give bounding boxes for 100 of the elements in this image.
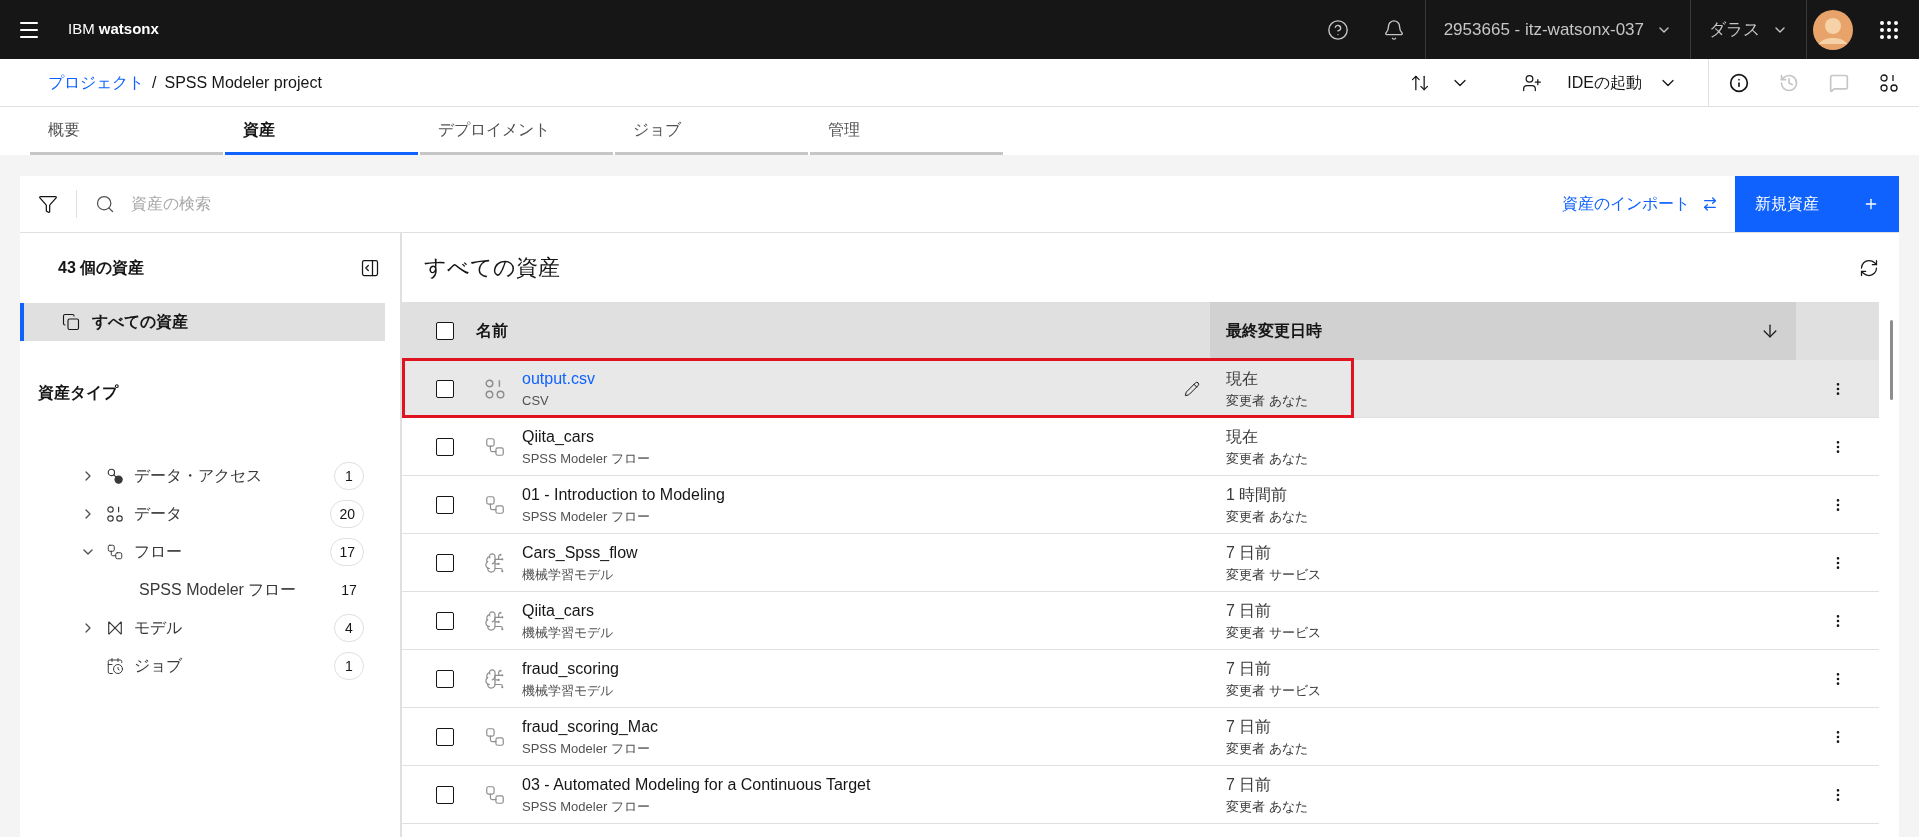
asset-name[interactable]: fraud_scoring_Mac [522, 714, 1200, 739]
import-assets-link[interactable]: 資産のインポート [1562, 192, 1718, 216]
assets-icon[interactable] [1879, 72, 1899, 93]
asset-type-item[interactable]: モデル 4 [20, 609, 400, 647]
flow-icon [484, 493, 506, 516]
collapse-panel-icon[interactable] [360, 258, 380, 278]
search-field[interactable]: 資産の検索 [131, 192, 531, 216]
flow-icon [106, 543, 124, 561]
add-collaborator-icon[interactable] [1522, 72, 1543, 93]
modified-time: 1 時間前 [1226, 484, 1289, 505]
asset-type: CSV [522, 391, 550, 410]
model-icon [106, 619, 124, 637]
asset-type-item[interactable]: データ・アクセス 1 [20, 457, 400, 495]
edit-icon[interactable] [1184, 380, 1200, 397]
modified-time: 7 日前 [1226, 542, 1273, 563]
asset-count-title: 43 個の資産 [58, 258, 145, 278]
column-header[interactable]: 最終変更日時 [1210, 302, 1796, 360]
asset-type-label: SPSS Modeler フロー [139, 580, 298, 600]
asset-count: 17 [340, 580, 358, 600]
checkbox[interactable] [436, 322, 454, 340]
modified-by: 変更者 サービス [1226, 565, 1322, 584]
checkbox[interactable] [436, 495, 454, 514]
new-asset-button[interactable]: 新規資産 [1735, 176, 1899, 232]
asset-name[interactable]: Qiita_cars [522, 598, 1200, 623]
checkbox[interactable] [436, 611, 454, 630]
breadcrumb-separator: / [152, 72, 157, 93]
tab[interactable]: ジョブ [615, 107, 808, 155]
data-icon [1879, 72, 1899, 93]
modified-by: 変更者 あなた [1226, 391, 1309, 410]
modified-time: 7 日前 [1226, 774, 1273, 795]
checkbox[interactable] [436, 553, 454, 572]
launch-ide-button[interactable]: IDEの起動 [1567, 70, 1678, 95]
asset-subtype-item[interactable]: SPSS Modeler フロー 17 [20, 571, 400, 609]
asset-type: 機械学習モデル [522, 681, 614, 700]
job-icon [106, 657, 124, 675]
search-icon [95, 194, 115, 214]
flow-icon [484, 435, 506, 458]
modified-time: 現在 [1226, 368, 1259, 389]
brand-name[interactable]: IBM watsonx [68, 18, 159, 41]
filter-icon[interactable] [38, 194, 58, 214]
checkbox[interactable] [436, 437, 454, 456]
copy-icon [62, 313, 80, 331]
asset-type-label: データ・アクセス [134, 466, 263, 486]
modified-by: 変更者 あなた [1226, 797, 1309, 816]
asset-type: 機械学習モデル [522, 623, 614, 642]
asset-name[interactable]: fraud_scoring [522, 656, 1200, 681]
all-assets-item[interactable]: すべての資産 [20, 303, 385, 341]
modified-by: 変更者 あなた [1226, 507, 1309, 526]
data-icon [484, 377, 506, 400]
checkbox[interactable] [436, 669, 454, 688]
info-icon[interactable] [1729, 72, 1749, 93]
asset-type-item[interactable]: フロー 17 [20, 533, 400, 571]
model-icon [484, 667, 506, 690]
help-icon[interactable] [1326, 18, 1349, 41]
checkbox[interactable] [436, 727, 454, 746]
asset-name[interactable]: 01 - Introduction to Modeling [522, 482, 1200, 507]
asset-type-label: ジョブ [134, 656, 183, 676]
asset-type: SPSS Modeler フロー [522, 739, 651, 758]
column-header[interactable]: 名前 [468, 302, 1210, 360]
checkbox[interactable] [436, 379, 454, 398]
asset-type: SPSS Modeler フロー [522, 449, 651, 468]
table-row[interactable]: output.csv CSV 現在 変更者 あなた [402, 360, 1879, 418]
tab[interactable]: 管理 [810, 107, 1003, 155]
asset-type: 機械学習モデル [522, 565, 614, 584]
page-title: すべての資産 [424, 254, 560, 282]
model-icon [484, 551, 506, 574]
asset-type-label: データ [134, 504, 183, 524]
asset-name[interactable]: output.csv [522, 366, 1184, 391]
tab[interactable]: デプロイメント [420, 107, 613, 155]
asset-type: SPSS Modeler フロー [522, 507, 651, 526]
avatar[interactable] [1813, 9, 1853, 50]
refresh-icon[interactable] [1859, 257, 1879, 278]
breadcrumb-link[interactable]: プロジェクト [48, 70, 144, 95]
asset-type-item[interactable]: ジョブ 1 [20, 647, 400, 685]
asset-type-item[interactable]: データ 20 [20, 495, 400, 533]
project-name: SPSS Modeler project [164, 72, 322, 93]
tab[interactable]: 概要 [30, 107, 223, 155]
modified-time: 現在 [1226, 426, 1259, 447]
connection-icon [106, 467, 124, 485]
modified-by: 変更者 あなた [1226, 449, 1309, 468]
modified-by: 変更者 サービス [1226, 623, 1322, 642]
modified-by: 変更者 あなた [1226, 739, 1309, 758]
import-icon [1702, 196, 1718, 212]
asset-type-label: モデル [134, 618, 183, 638]
tab[interactable]: 資産 [225, 107, 418, 155]
flow-icon [484, 783, 506, 806]
asset-name[interactable]: 03 - Automated Modeling for a Continuous Target [522, 772, 1200, 797]
flow-icon [484, 725, 506, 748]
asset-name[interactable]: Cars_Spss_flow [522, 540, 1200, 565]
all-assets-label: すべての資産 [92, 312, 188, 332]
checkbox[interactable] [436, 785, 454, 804]
asset-types-heading: 資産タイプ [37, 383, 120, 403]
notification-icon[interactable] [1382, 18, 1405, 41]
modified-time: 7 日前 [1226, 658, 1273, 679]
plus-icon [1863, 196, 1879, 212]
asset-type-label: フロー [134, 542, 183, 562]
asset-name[interactable]: Qiita_cars [522, 424, 1200, 449]
modified-time: 7 日前 [1226, 600, 1273, 621]
asset-type: SPSS Modeler フロー [522, 797, 651, 816]
modified-by: 変更者 サービス [1226, 681, 1322, 700]
